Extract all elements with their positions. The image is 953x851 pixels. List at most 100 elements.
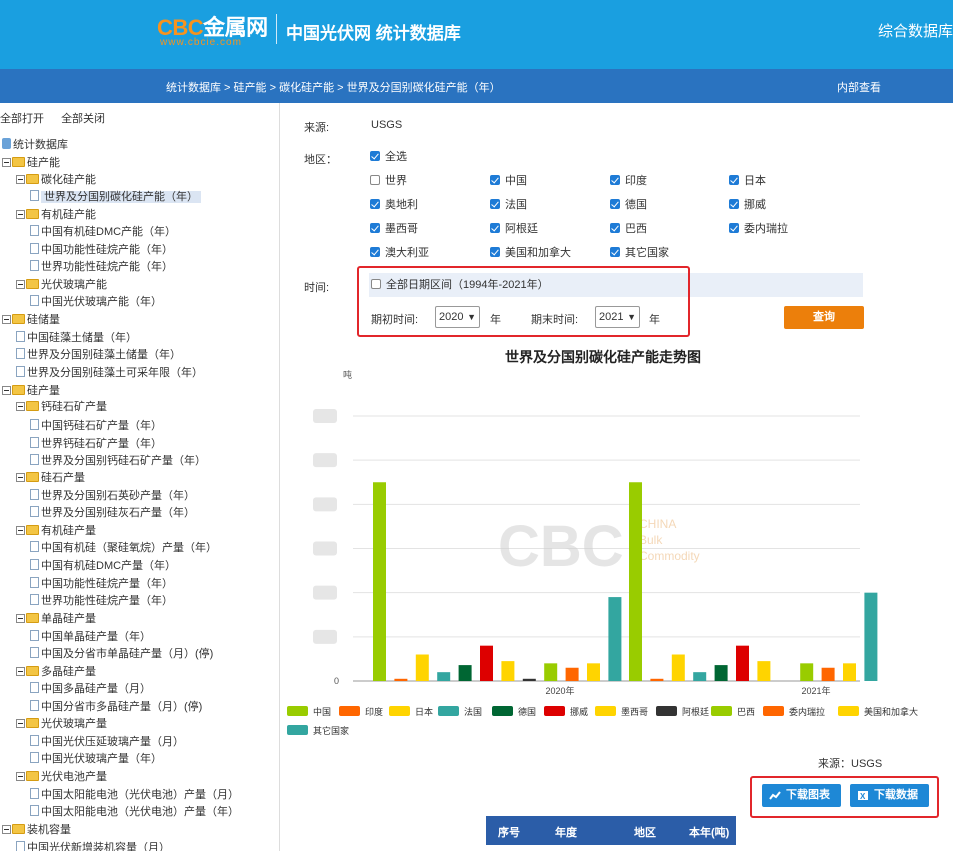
collapse-toggle-icon[interactable] [16, 667, 25, 676]
tree-label: 中国光伏新增装机容量（月） [27, 842, 170, 851]
legend-item[interactable]: 德国 [492, 706, 536, 717]
legend-item[interactable]: 印度 [339, 706, 383, 717]
legend-swatch [438, 706, 459, 716]
region-checkbox[interactable]: 墨西哥 [370, 222, 418, 236]
region-checkbox[interactable]: 中国 [490, 174, 527, 188]
region-checkbox[interactable]: 世界 [370, 174, 407, 188]
collapse-toggle-icon[interactable] [16, 210, 25, 219]
tree-item[interactable]: 中国光伏压延玻璃产量（月） [30, 734, 184, 751]
tree-folder[interactable]: 硅储量 [2, 312, 60, 329]
collapse-toggle-icon[interactable] [16, 280, 25, 289]
tree-item[interactable]: 世界钙硅石矿产量（年） [30, 436, 162, 453]
tree-item[interactable]: 世界及分国别硅藻土可采年限（年） [16, 365, 203, 382]
legend-item[interactable]: 法国 [438, 706, 482, 717]
tree-folder[interactable]: 硅产能 [2, 155, 60, 172]
tree-label: 中国太阳能电池（光伏电池）产量（月） [41, 789, 239, 801]
tree-item[interactable]: 中国太阳能电池（光伏电池）产量（年） [30, 804, 239, 821]
legend-item[interactable]: 墨西哥 [595, 706, 648, 717]
legend-item[interactable]: 阿根廷 [656, 706, 709, 717]
collapse-toggle-icon[interactable] [16, 526, 25, 535]
tree-label: 中国光伏玻璃产量（年） [41, 753, 162, 765]
document-icon [30, 594, 39, 605]
tree-root[interactable]: 统计数据库 [2, 137, 68, 154]
bar-3-1 [693, 672, 707, 681]
tree-item[interactable]: 中国有机硅（聚硅氧烷）产量（年） [30, 540, 217, 557]
tree-item[interactable]: 中国太阳能电池（光伏电池）产量（月） [30, 787, 239, 804]
region-checkbox[interactable]: 德国 [610, 198, 647, 212]
region-label: 中国 [505, 175, 527, 187]
collapse-toggle-icon[interactable] [16, 772, 25, 781]
comprehensive-db-link[interactable]: 综合数据库 [878, 20, 953, 41]
legend-item[interactable]: 日本 [389, 706, 433, 717]
region-checkbox[interactable]: 阿根廷 [490, 222, 538, 236]
tree-item[interactable]: 世界及分国别钙硅石矿产量（年） [30, 453, 206, 470]
collapse-toggle-icon[interactable] [16, 614, 25, 623]
region-checkbox[interactable]: 澳大利亚 [370, 246, 429, 260]
region-checkbox[interactable]: 奥地利 [370, 198, 418, 212]
region-checkbox[interactable]: 委内瑞拉 [729, 222, 788, 236]
tree-folder[interactable]: 单晶硅产量 [16, 611, 96, 628]
tree-item[interactable]: 中国功能性硅烷产能（年） [30, 242, 173, 259]
tree-folder[interactable]: 硅石产量 [16, 470, 85, 487]
legend-label: 其它国家 [313, 726, 350, 736]
region-checkbox[interactable]: 其它国家 [610, 246, 669, 260]
expand-all-button[interactable]: 全部打开 [0, 113, 44, 125]
tree-item[interactable]: 中国分省市多晶硅产量（月）(停) [30, 699, 202, 716]
tree-folder[interactable]: 装机容量 [2, 822, 71, 839]
breadcrumb[interactable]: 统计数据库 > 硅产能 > 碳化硅产能 > 世界及分国别碳化硅产能（年） [166, 79, 501, 95]
legend-swatch [763, 706, 784, 716]
tree-folder[interactable]: 光伏玻璃产量 [16, 716, 107, 733]
collapse-toggle-icon[interactable] [16, 719, 25, 728]
region-checkbox[interactable]: 印度 [610, 174, 647, 188]
tree-item[interactable]: 中国光伏玻璃产量（年） [30, 751, 162, 768]
internal-view-link[interactable]: 内部查看 [837, 79, 881, 95]
region-checkbox[interactable]: 挪威 [729, 198, 766, 212]
tree-folder[interactable]: 多晶硅产量 [16, 664, 96, 681]
tree-folder[interactable]: 有机硅产量 [16, 523, 96, 540]
tree-folder[interactable]: 光伏玻璃产能 [16, 277, 107, 294]
tree-folder[interactable]: 碳化硅产能 [16, 172, 96, 189]
tree-item[interactable]: 世界功能性硅烷产量（年） [30, 593, 173, 610]
tree-folder[interactable]: 硅产量 [2, 383, 60, 400]
tree-folder[interactable]: 钙硅石矿产量 [16, 399, 107, 416]
tree-item[interactable]: 中国单晶硅产量（年） [30, 629, 151, 646]
region-checkbox[interactable]: 日本 [729, 174, 766, 188]
region-label: 其它国家 [625, 247, 669, 259]
region-checkbox[interactable]: 法国 [490, 198, 527, 212]
select-all-checkbox[interactable]: 全选 [370, 150, 407, 164]
legend-item[interactable]: 美国和加拿大 [838, 706, 918, 717]
tree-folder[interactable]: 有机硅产能 [16, 207, 96, 224]
collapse-toggle-icon[interactable] [2, 825, 11, 834]
tree-item[interactable]: 中国光伏玻璃产能（年） [30, 294, 162, 311]
region-checkbox[interactable]: 巴西 [610, 222, 647, 236]
tree-item[interactable]: 世界及分国别硅灰石产量（年） [30, 505, 195, 522]
legend-item[interactable]: 挪威 [544, 706, 588, 717]
legend-item[interactable]: 巴西 [711, 706, 755, 717]
legend-item[interactable]: 中国 [287, 706, 331, 717]
tree-item[interactable]: 世界及分国别石英砂产量（年） [30, 488, 195, 505]
tree-item[interactable]: 世界及分国别硅藻土储量（年） [16, 347, 181, 364]
legend-item[interactable]: 委内瑞拉 [763, 706, 825, 717]
tree-item[interactable]: 世界及分国别碳化硅产能（年） [30, 189, 201, 206]
tree-item[interactable]: 中国及分省市单晶硅产量（月）(停) [30, 646, 213, 663]
collapse-toggle-icon[interactable] [16, 402, 25, 411]
collapse-toggle-icon[interactable] [2, 158, 11, 167]
legend-item[interactable]: 其它国家 [287, 725, 349, 736]
tree-item[interactable]: 中国有机硅DMC产能（年） [30, 224, 176, 241]
tree-item[interactable]: 中国有机硅DMC产量（年） [30, 558, 176, 575]
tree-item[interactable]: 世界功能性硅烷产能（年） [30, 259, 173, 276]
tree-item[interactable]: 中国多晶硅产量（月） [30, 681, 151, 698]
tree-item[interactable]: 中国硅藻土储量（年） [16, 330, 137, 347]
collapse-toggle-icon[interactable] [16, 473, 25, 482]
collapse-toggle-icon[interactable] [16, 175, 25, 184]
bar-5-1 [736, 645, 749, 681]
collapse-all-button[interactable]: 全部关闭 [61, 113, 105, 125]
tree-item[interactable]: 中国功能性硅烷产量（年） [30, 576, 173, 593]
tree-item[interactable]: 中国钙硅石矿产量（年） [30, 418, 162, 435]
tree-folder[interactable]: 光伏电池产量 [16, 769, 107, 786]
region-checkbox[interactable]: 美国和加拿大 [490, 246, 571, 260]
collapse-toggle-icon[interactable] [2, 386, 11, 395]
query-button[interactable]: 查询 [784, 306, 864, 329]
collapse-toggle-icon[interactable] [2, 315, 11, 324]
tree-item[interactable]: 中国光伏新增装机容量（月） [16, 840, 170, 851]
